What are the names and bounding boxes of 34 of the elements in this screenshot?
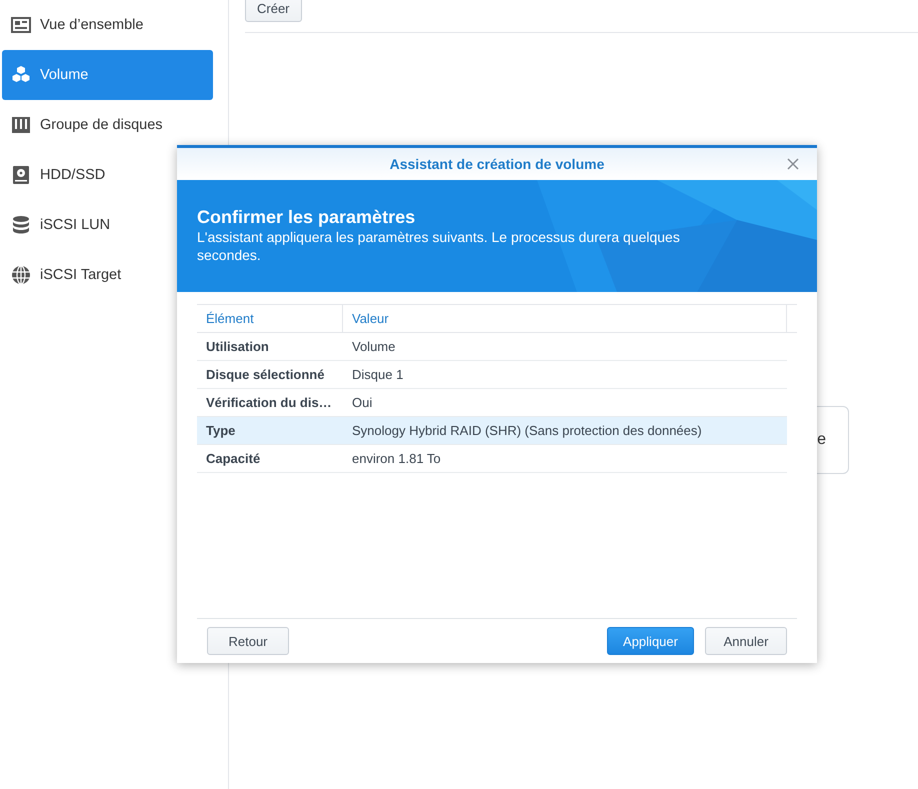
banner-heading: Confirmer les paramètres [197, 207, 416, 228]
cubes-icon [11, 65, 31, 85]
globe-icon [11, 265, 31, 285]
table-cell-text: environ 1.81 To [351, 451, 441, 466]
table-row[interactable]: Capacité environ 1.81 To [197, 445, 787, 473]
table-cell-text: Synology Hybrid RAID (SHR) (Sans protection des données) [351, 423, 702, 438]
table-cell-text: Volume [351, 339, 396, 354]
card-text: e [817, 431, 826, 449]
id-card-icon [11, 15, 31, 35]
table-cell-text: Oui [351, 395, 372, 410]
table-cell-text: Capacité [205, 451, 262, 466]
dialog-title: Assistant de création de volume [390, 156, 604, 172]
table-row[interactable]: Utilisation Volume [197, 333, 787, 361]
table-cell-text: Utilisation [205, 339, 270, 354]
column-header[interactable]: Élément [197, 305, 343, 332]
column-header[interactable]: Valeur [343, 305, 787, 332]
sidebar-item[interactable]: Groupe de disques [2, 100, 213, 150]
sidebar-item[interactable]: Vue d’ensemble [2, 0, 213, 50]
table-cell-text: Disque 1 [351, 367, 404, 382]
hard-drive-icon [11, 165, 31, 185]
banner-text: L'assistant appliquera les paramètres suivants. Le processus durera quelques secondes. [197, 228, 681, 264]
table-row[interactable]: Disque sélectionné Disque 1 [197, 361, 787, 389]
table-row[interactable]: Type Synology Hybrid RAID (SHR) (Sans protection des données) [197, 417, 787, 445]
table-cell-text: Disque sélectionné [205, 367, 326, 382]
disk-rack-icon [11, 115, 31, 135]
create-button[interactable]: Créer [245, 0, 302, 22]
sidebar-item[interactable]: Volume [2, 50, 213, 100]
back-button[interactable]: Retour [207, 627, 289, 655]
table-cell-text: Type [205, 423, 236, 438]
table-cell-text: Vérification du dis… [205, 395, 333, 410]
close-icon[interactable] [787, 158, 799, 170]
sidebar-item[interactable]: HDD/SSD [2, 150, 213, 200]
database-icon [11, 215, 31, 235]
cancel-button[interactable]: Annuler [705, 627, 787, 655]
